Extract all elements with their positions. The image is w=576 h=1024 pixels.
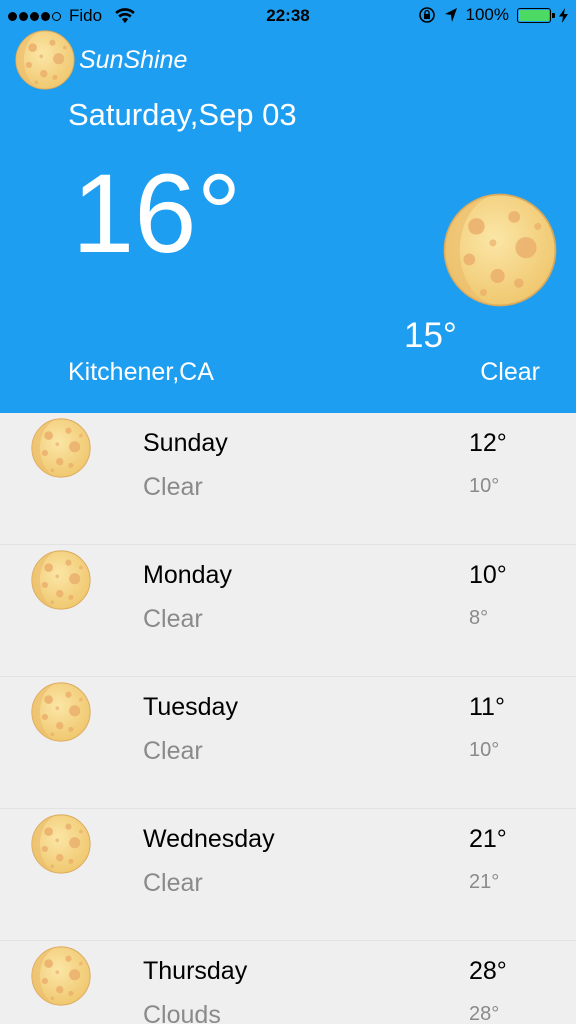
- forecast-low: 10°: [469, 739, 500, 761]
- forecast-high: 11°: [469, 693, 505, 721]
- moon-icon: [30, 945, 92, 1007]
- forecast-high: 21°: [469, 825, 507, 853]
- forecast-low: 10°: [469, 475, 500, 497]
- forecast-condition: Clear: [143, 869, 203, 897]
- forecast-condition: Clouds: [143, 1001, 221, 1024]
- forecast-low: 8°: [469, 607, 489, 629]
- location-arrow-icon: [444, 8, 457, 22]
- forecast-high: 28°: [469, 957, 507, 985]
- forecast-day: Monday: [143, 561, 232, 589]
- moon-icon: [30, 681, 92, 743]
- today-header[interactable]: Fido 22:38 100% SunShine Saturday,Sep 03…: [0, 0, 576, 413]
- forecast-list: Sunday Clear 12° 10° Monday Clear 10° 8°…: [0, 413, 576, 1024]
- forecast-low: 28°: [469, 1003, 500, 1024]
- today-condition: Clear: [480, 358, 540, 386]
- moon-icon: [14, 29, 76, 91]
- forecast-day: Thursday: [143, 957, 248, 985]
- forecast-high: 12°: [469, 429, 507, 457]
- forecast-low: 21°: [469, 871, 500, 893]
- forecast-row-monday[interactable]: Monday Clear 10° 8°: [0, 545, 576, 677]
- rotation-lock-icon: [418, 7, 435, 23]
- battery-percent: 100%: [465, 5, 509, 24]
- location-label: Kitchener,CA: [68, 358, 214, 386]
- forecast-day: Wednesday: [143, 825, 275, 853]
- status-right: 100%: [418, 5, 568, 25]
- forecast-row-tuesday[interactable]: Tuesday Clear 11° 10°: [0, 677, 576, 809]
- today-low-temp: 15°: [404, 316, 457, 355]
- forecast-row-thursday[interactable]: Thursday Clouds 28° 28°: [0, 941, 576, 1024]
- forecast-day: Tuesday: [143, 693, 238, 721]
- forecast-row-wednesday[interactable]: Wednesday Clear 21° 21°: [0, 809, 576, 941]
- status-bar: Fido 22:38 100%: [0, 0, 576, 32]
- weather-app-screen: Fido 22:38 100% SunShine Saturday,Sep 03…: [0, 0, 576, 1024]
- forecast-row-sunday[interactable]: Sunday Clear 12° 10°: [0, 413, 576, 545]
- moon-icon: [30, 417, 92, 479]
- battery-fill: [519, 9, 549, 21]
- today-date: Saturday,Sep 03: [68, 97, 297, 132]
- moon-icon: [30, 813, 92, 875]
- forecast-day: Sunday: [143, 429, 228, 457]
- forecast-condition: Clear: [143, 605, 203, 633]
- charging-bolt-icon: [559, 7, 568, 23]
- moon-icon: [440, 191, 560, 309]
- forecast-condition: Clear: [143, 737, 203, 765]
- forecast-condition: Clear: [143, 473, 203, 501]
- app-name: SunShine: [79, 46, 188, 74]
- battery-icon: [517, 7, 555, 23]
- today-high-temp: 16°: [72, 151, 242, 276]
- moon-icon: [30, 549, 92, 611]
- forecast-high: 10°: [469, 561, 507, 589]
